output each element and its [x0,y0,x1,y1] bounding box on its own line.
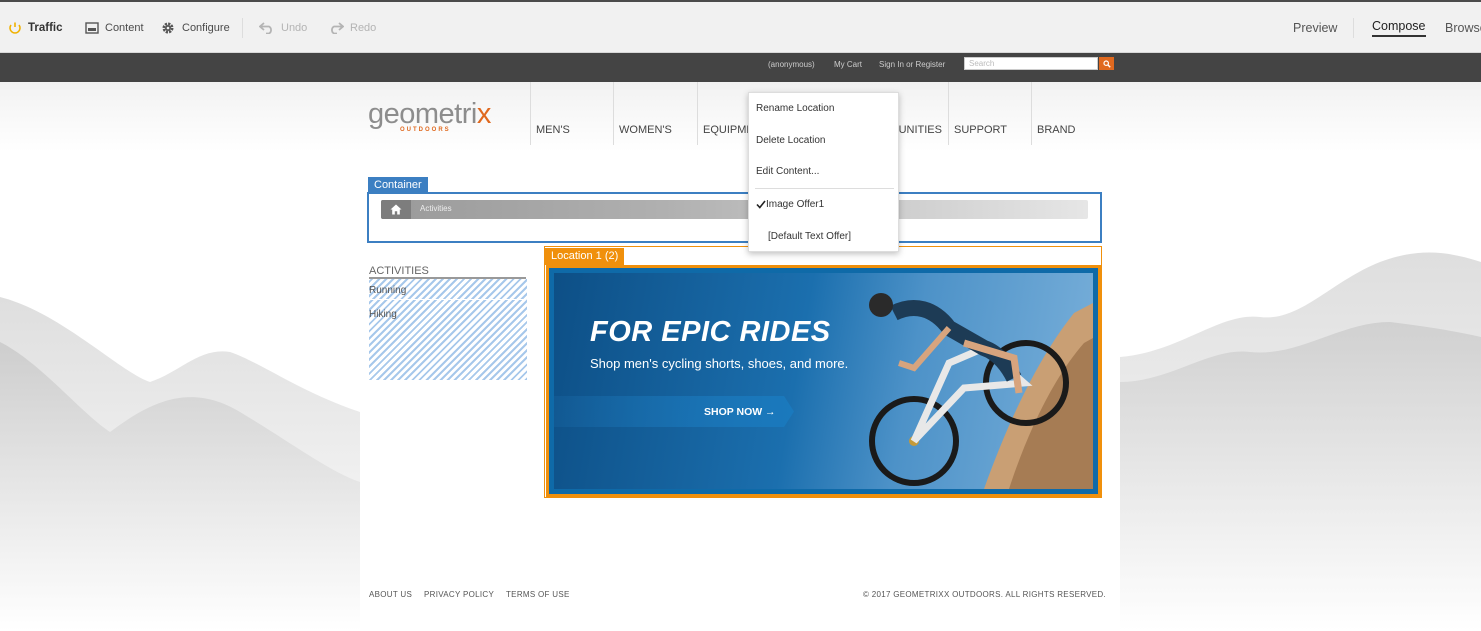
traffic-button[interactable]: Traffic [8,2,63,53]
sign-in-link[interactable]: Sign In or Register [879,60,945,69]
menu-delete-location[interactable]: Delete Location [756,134,826,148]
activity-running[interactable]: Running [369,285,526,300]
menu-rename-location[interactable]: Rename Location [756,102,834,116]
nav-womens[interactable]: WOMEN'S [613,82,697,145]
browse-mode-button[interactable]: Browse [1445,2,1481,53]
banner-title: FOR EPIC RIDES [590,316,831,348]
logo-text: geometri [368,98,477,130]
menu-image-offer1-label: Image Offer1 [766,199,825,210]
mode-divider [1353,18,1354,38]
nav-equipment[interactable]: EQUIPMENT [697,82,749,145]
site-topbar: (anonymous) My Cart Sign In or Register … [0,53,1481,82]
compose-label: Compose [1372,19,1426,37]
preview-mode-button[interactable]: Preview [1293,2,1337,53]
nav-communities[interactable]: COMMUNITIES [899,82,948,145]
traffic-icon [9,22,21,34]
traffic-label: Traffic [28,21,63,34]
breadcrumb-home[interactable] [381,200,411,219]
cyclist-illustration [869,293,1093,489]
redo-button[interactable]: Redo [328,2,376,53]
search-button[interactable] [1099,57,1114,70]
banner-subtitle: Shop men's cycling shorts, shoes, and mo… [590,356,849,371]
offer-banner[interactable]: FOR EPIC RIDES Shop men's cycling shorts… [546,265,1101,497]
logo-wordmark: geometrix [368,99,491,129]
nav-brand[interactable]: BRAND [1031,82,1115,145]
browse-label: Browse [1445,20,1481,35]
activity-hiking[interactable]: Hiking [369,309,526,320]
content-button[interactable]: Content [85,2,144,53]
menu-default-text-offer[interactable]: [Default Text Offer] [768,230,851,244]
breadcrumb-activities[interactable]: Activities [420,204,452,213]
nav-support[interactable]: SUPPORT [948,82,1032,145]
activities-heading: ACTIVITIES [369,265,526,279]
undo-label: Undo [281,21,308,34]
compose-mode-button[interactable]: Compose [1372,2,1426,53]
footer-terms-link[interactable]: TERMS OF USE [506,590,570,599]
search-icon [1102,59,1111,68]
footer-privacy-link[interactable]: PRIVACY POLICY [424,590,494,599]
undo-icon [259,21,272,34]
preview-label: Preview [1293,20,1338,35]
undo-button[interactable]: Undo [259,2,307,53]
logo-x: x [476,98,492,130]
site-logo[interactable]: geometrix OUTDOORS [368,99,491,133]
checkmark-icon [756,200,766,209]
search-input[interactable]: Search [964,57,1098,70]
container-label[interactable]: Container [368,177,428,193]
configure-label: Configure [182,21,230,34]
content-label: Content [105,21,144,34]
editor-toolbar: Traffic Content Configure Undo Redo Prev… [0,0,1481,53]
footer-about-link[interactable]: ABOUT US [369,590,412,599]
breadcrumb: Activities [381,200,1088,219]
location-context-menu: Rename Location Delete Location Edit Con… [748,92,899,252]
footer-copyright: © 2017 GEOMETRIXX OUTDOORS. ALL RIGHTS R… [863,590,1107,599]
nav-mens[interactable]: MEN'S [530,82,614,145]
location-label[interactable]: Location 1 (2) [545,248,625,265]
user-label: (anonymous) [768,60,815,69]
configure-icon [162,22,174,33]
configure-button[interactable]: Configure [160,2,230,53]
menu-edit-content[interactable]: Edit Content... [756,165,819,179]
content-icon [85,21,99,34]
home-icon [390,204,402,215]
redo-icon [331,21,344,34]
logo-subtitle: OUTDOORS [400,127,451,133]
menu-divider [755,188,894,189]
menu-image-offer1[interactable]: Image Offer1 [756,198,824,212]
my-cart-link[interactable]: My Cart [834,60,862,69]
toolbar-divider [242,18,243,38]
shop-now-label[interactable]: SHOP NOW → [704,406,776,418]
banner-image: FOR EPIC RIDES Shop men's cycling shorts… [554,273,1093,489]
redo-label: Redo [350,21,377,34]
container-component[interactable]: Activities [367,192,1102,243]
